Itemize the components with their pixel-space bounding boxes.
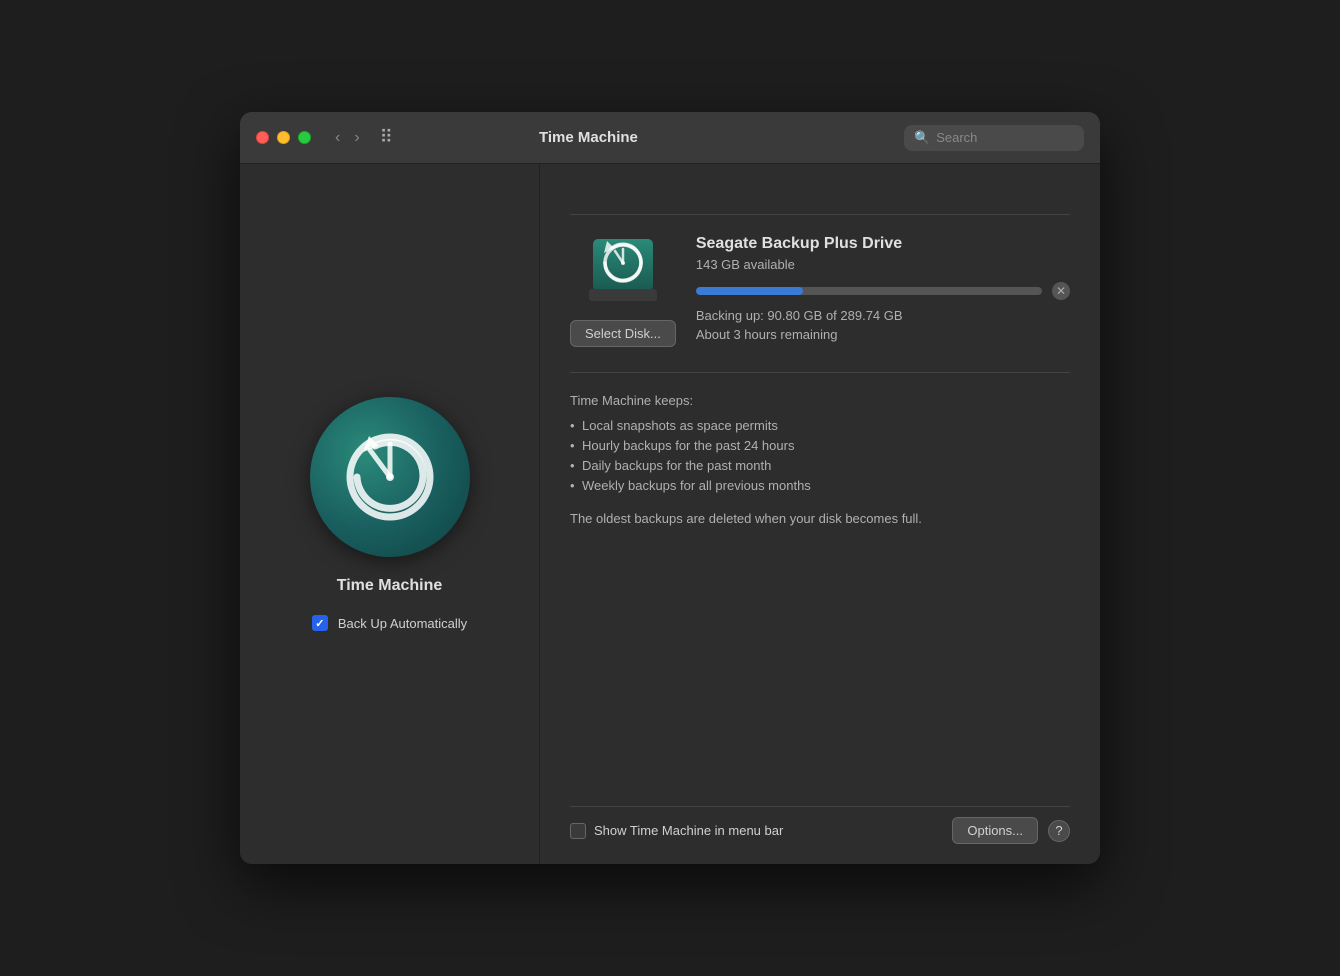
info-keeps-label: Time Machine keeps: <box>570 393 1070 408</box>
auto-backup-checkbox[interactable]: ✓ <box>312 615 328 631</box>
bottom-bar: Show Time Machine in menu bar Options...… <box>570 806 1070 844</box>
info-list: Local snapshots as space permits Hourly … <box>570 418 1070 493</box>
system-preferences-window: ‹ › ⠿ Time Machine 🔍 <box>240 112 1100 864</box>
middle-divider <box>570 372 1070 373</box>
menubar-label: Show Time Machine in menu bar <box>594 823 783 838</box>
left-panel-title: Time Machine <box>337 577 443 595</box>
list-item: Weekly backups for all previous months <box>570 478 1070 493</box>
info-section: Time Machine keeps: Local snapshots as s… <box>570 393 1070 806</box>
menubar-checkbox[interactable] <box>570 823 586 839</box>
options-button[interactable]: Options... <box>952 817 1038 844</box>
drive-svg <box>588 235 658 307</box>
list-item: Hourly backups for the past 24 hours <box>570 438 1070 453</box>
drive-available: 143 GB available <box>696 257 1070 272</box>
list-item: Local snapshots as space permits <box>570 418 1070 433</box>
select-disk-button[interactable]: Select Disk... <box>570 320 676 347</box>
titlebar: ‹ › ⠿ Time Machine 🔍 <box>240 112 1100 164</box>
tm-icon-svg <box>335 422 445 532</box>
drive-info: Seagate Backup Plus Drive 143 GB availab… <box>696 235 1070 342</box>
search-icon: 🔍 <box>914 130 930 146</box>
top-divider <box>570 214 1070 215</box>
backup-progress-text: Backing up: 90.80 GB of 289.74 GB <box>696 308 1070 323</box>
close-button[interactable] <box>256 131 269 144</box>
left-panel: Time Machine ✓ Back Up Automatically <box>240 164 540 864</box>
auto-backup-label: Back Up Automatically <box>338 616 467 631</box>
backup-remaining-text: About 3 hours remaining <box>696 327 1070 342</box>
list-item: Daily backups for the past month <box>570 458 1070 473</box>
help-button[interactable]: ? <box>1048 820 1070 842</box>
cancel-backup-button[interactable]: ✕ <box>1052 282 1070 300</box>
time-machine-icon <box>310 397 470 557</box>
progress-bar-background <box>696 287 1042 295</box>
search-input[interactable] <box>936 130 1066 145</box>
menubar-checkbox-row: Show Time Machine in menu bar <box>570 823 952 839</box>
drive-icon-wrapper: Select Disk... <box>570 235 676 347</box>
auto-backup-row: ✓ Back Up Automatically <box>312 615 467 631</box>
main-content: Time Machine ✓ Back Up Automatically <box>240 164 1100 864</box>
progress-bar-fill <box>696 287 803 295</box>
progress-row: ✕ <box>696 282 1070 300</box>
drive-section: Select Disk... Seagate Backup Plus Drive… <box>570 235 1070 352</box>
search-bar[interactable]: 🔍 <box>904 125 1084 151</box>
window-title: Time Machine <box>285 129 892 146</box>
checkmark-icon: ✓ <box>315 617 324 630</box>
drive-name: Seagate Backup Plus Drive <box>696 235 1070 253</box>
info-note: The oldest backups are deleted when your… <box>570 509 1070 529</box>
drive-icon <box>583 235 663 310</box>
right-panel: Select Disk... Seagate Backup Plus Drive… <box>540 164 1100 864</box>
